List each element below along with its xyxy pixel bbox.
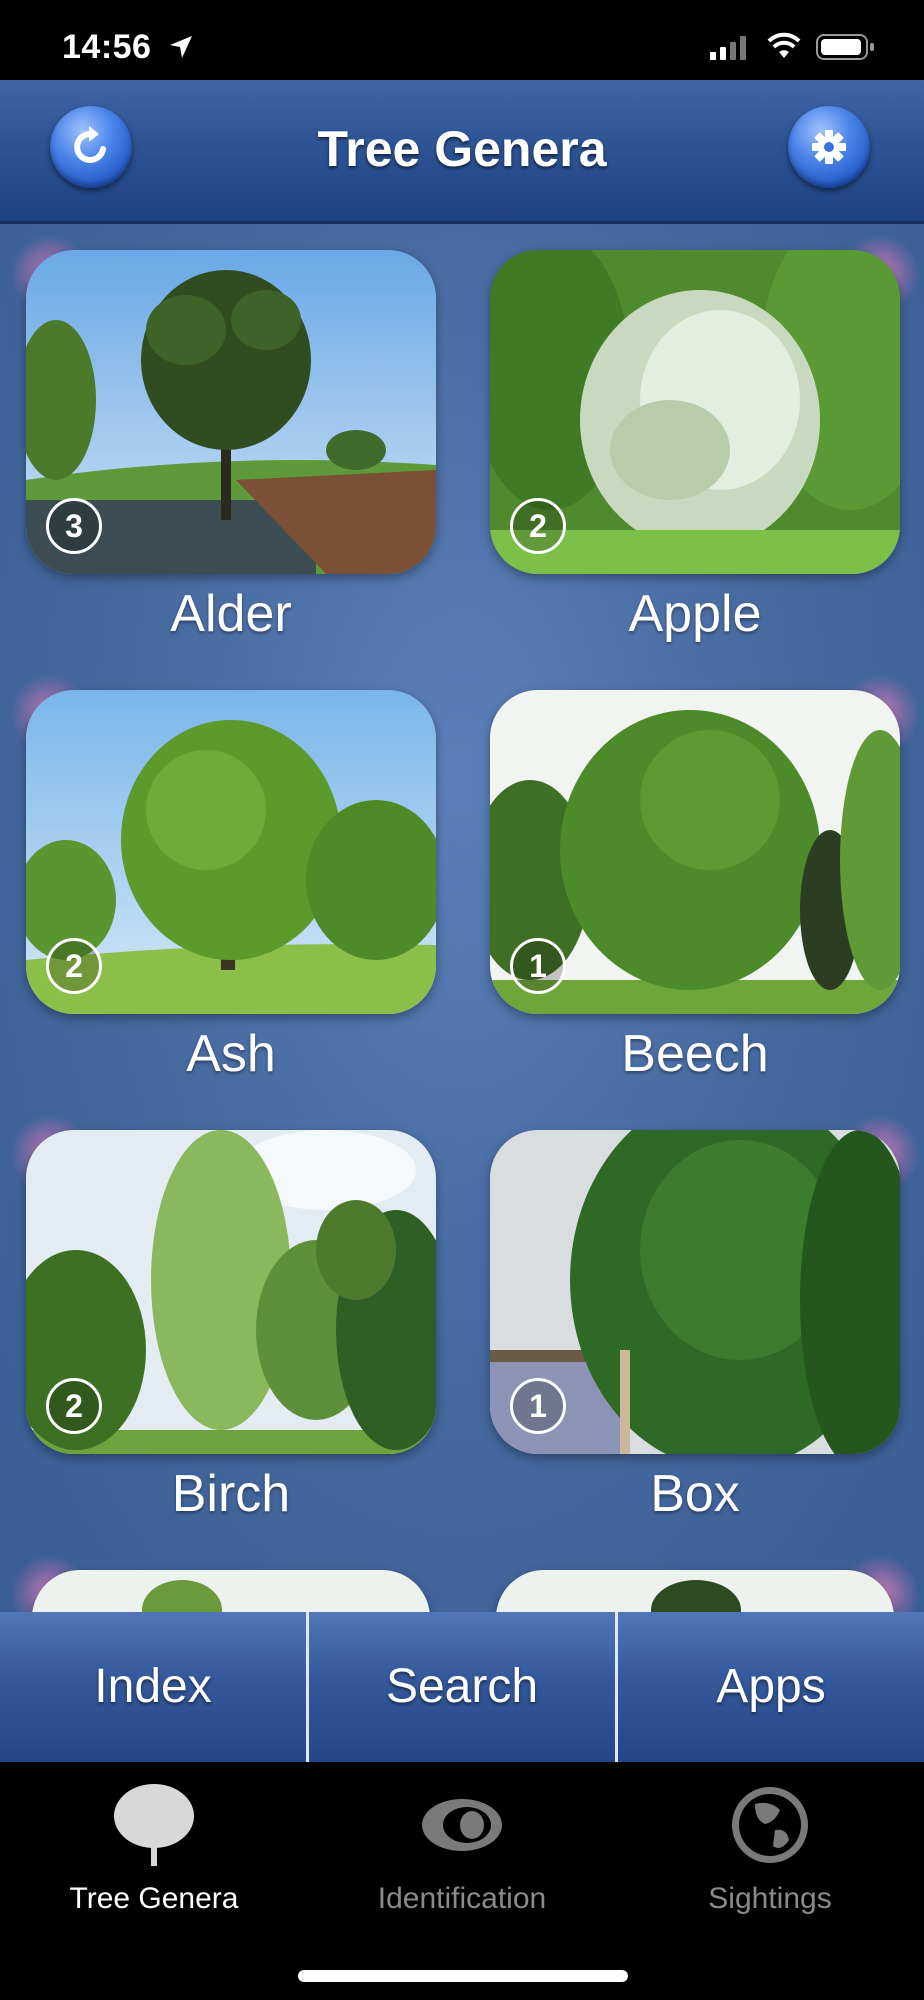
genus-card-beech[interactable]: 1 Beech: [490, 690, 900, 1084]
genus-card-alder[interactable]: 3 Alder: [26, 250, 436, 644]
box-photo: 1: [490, 1130, 900, 1454]
tab-sightings[interactable]: Sightings: [616, 1782, 924, 1942]
alder-photo: 3: [26, 250, 436, 574]
genus-label: Ash: [186, 1025, 276, 1083]
apps-button[interactable]: Apps: [615, 1612, 924, 1762]
sighting-count-badge: 2: [46, 1378, 102, 1434]
tab-bar: Tree Genera Identification Sightings: [0, 1762, 924, 2000]
tab-label: Identification: [377, 1882, 547, 1915]
tab-label: Sightings: [708, 1882, 832, 1915]
genus-label: Box: [650, 1465, 740, 1523]
sighting-count-badge: 2: [510, 498, 566, 554]
cell-signal-icon: [710, 36, 746, 60]
globe-icon: [732, 1787, 808, 1863]
tab-identification[interactable]: Identification: [308, 1782, 616, 1942]
tab-tree-genera[interactable]: Tree Genera: [0, 1782, 308, 1942]
genus-card-ash[interactable]: 2 Ash: [26, 690, 436, 1084]
genera-grid[interactable]: 3 Alder 2 Apple 2 Ash 1 Beech 2 Birch 1 …: [0, 224, 924, 1612]
status-time: 14:56: [62, 28, 152, 66]
wifi-icon: [767, 32, 801, 58]
index-button[interactable]: Index: [0, 1612, 306, 1762]
genus-label: Birch: [171, 1465, 291, 1523]
genus-card-box[interactable]: 1 Box: [490, 1130, 900, 1524]
tree-icon: [114, 1784, 194, 1866]
navigation-header: Tree Genera: [0, 80, 924, 224]
genus-card-partial[interactable]: [32, 1570, 442, 1612]
battery-icon: [816, 34, 874, 60]
status-bar: 14:56: [0, 0, 924, 80]
apple-photo: 2: [490, 250, 900, 574]
home-indicator[interactable]: [298, 1970, 628, 1982]
tree-photo: [496, 1570, 894, 1612]
search-button[interactable]: Search: [306, 1612, 615, 1762]
sighting-count-badge: 1: [510, 1378, 566, 1434]
genus-label: Alder: [170, 585, 292, 643]
leaf-icon: [422, 1799, 502, 1851]
sighting-count-badge: 2: [46, 938, 102, 994]
location-arrow-icon: [170, 36, 192, 58]
tree-photo: [32, 1570, 430, 1612]
beech-photo: 1: [490, 690, 900, 1014]
birch-photo: 2: [26, 1130, 436, 1454]
genus-label: Beech: [621, 1025, 769, 1083]
genus-card-partial[interactable]: [496, 1570, 906, 1612]
page-title: Tree Genera: [317, 121, 607, 177]
sighting-count-badge: 1: [510, 938, 566, 994]
genus-card-birch[interactable]: 2 Birch: [26, 1130, 436, 1524]
gear-icon: [812, 130, 846, 164]
tab-label: Tree Genera: [69, 1882, 239, 1915]
genus-card-apple[interactable]: 2 Apple: [490, 250, 900, 644]
sighting-count-badge: 3: [46, 498, 102, 554]
settings-button[interactable]: [788, 106, 870, 188]
bottom-button-bar: Index Search Apps: [0, 1612, 924, 1762]
genus-label: Apple: [628, 585, 762, 643]
ash-photo: 2: [26, 690, 436, 1014]
